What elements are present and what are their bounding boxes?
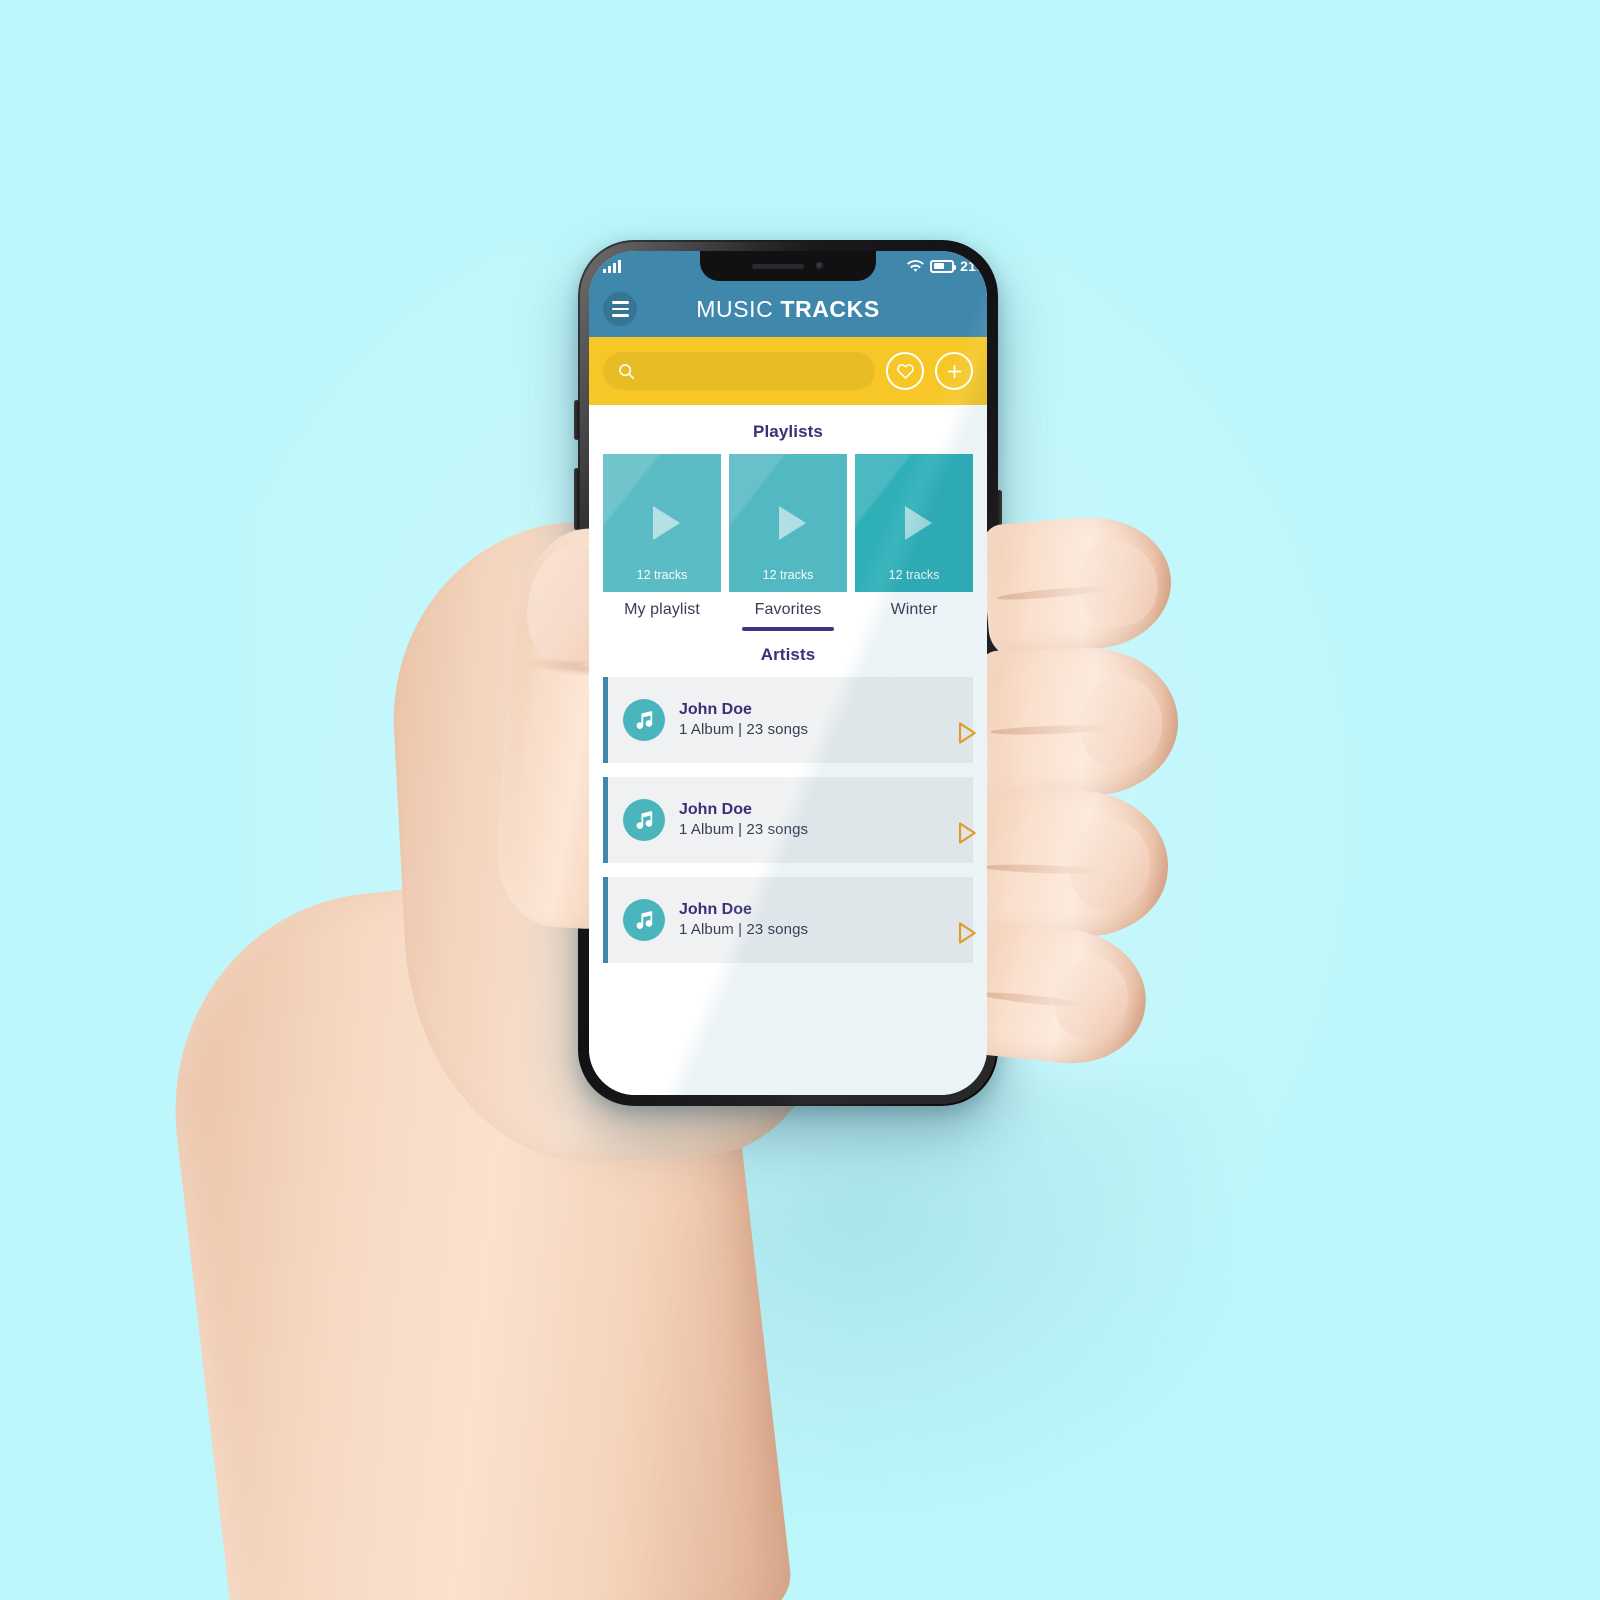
status-bar-clock: 21:5 — [960, 258, 987, 274]
artist-meta: John Doe 1 Album | 23 songs — [679, 900, 939, 940]
playlist-active-indicator — [741, 627, 835, 631]
playlist-label: Winter — [890, 601, 938, 618]
front-camera-icon — [816, 262, 824, 270]
artists-heading: Artists — [760, 645, 816, 664]
music-note-icon — [623, 799, 665, 841]
artist-subtitle: 1 Album | 23 songs — [679, 921, 809, 939]
playlist-label: My playlist — [624, 601, 700, 618]
plus-icon — [947, 364, 961, 378]
battery-fill-level — [933, 263, 945, 269]
artist-name: John Doe — [679, 901, 752, 919]
heart-icon — [896, 363, 914, 379]
display-notch — [700, 251, 876, 281]
earpiece-speaker-icon — [752, 263, 804, 269]
artist-list: John Doe 1 Album | 23 songs John Doe 1 Albu… — [589, 677, 987, 963]
fingernail — [1078, 675, 1164, 770]
finger-crease — [996, 583, 1113, 602]
app-content: Playlists 12 tracks My playlist 12 tracks F… — [589, 405, 987, 1095]
battery-icon — [930, 259, 957, 273]
page-title-bold: TRACKS — [780, 295, 880, 322]
playlist-track-count: 12 tracks — [888, 568, 940, 582]
add-button[interactable] — [935, 352, 973, 390]
silent-switch-button[interactable] — [574, 400, 579, 440]
volume-down-button[interactable] — [574, 546, 579, 608]
wifi-icon — [907, 259, 925, 272]
phone-screen: 21:5 MUSIC TRACKS Playlists 12 tracks My… — [589, 251, 987, 1095]
artist-row[interactable]: John Doe 1 Album | 23 songs — [603, 677, 976, 763]
middle-finger — [975, 644, 1181, 800]
artist-subtitle: 1 Album | 23 songs — [679, 721, 809, 739]
playlist-thumbnail[interactable]: 12 tracks — [855, 454, 973, 592]
smartphone-device: 21:5 MUSIC TRACKS Playlists 12 tracks My… — [574, 240, 1002, 1106]
volume-up-button[interactable] — [574, 468, 579, 530]
search-input[interactable] — [643, 363, 860, 379]
playlist-track-count: 12 tracks — [762, 568, 814, 582]
music-note-icon — [623, 699, 665, 741]
playlist-thumbnail[interactable]: 12 tracks — [729, 454, 847, 592]
search-bar — [589, 337, 987, 405]
search-field[interactable] — [603, 352, 875, 390]
finger-crease — [983, 862, 1106, 876]
artist-row[interactable]: John Doe 1 Album | 23 songs — [603, 777, 976, 863]
play-triangle-icon — [904, 506, 932, 540]
power-button[interactable] — [997, 490, 1002, 576]
search-icon — [619, 363, 635, 379]
artist-row[interactable]: John Doe 1 Album | 23 songs — [603, 877, 976, 963]
page-title: MUSIC TRACKS — [603, 296, 973, 323]
play-triangle-icon — [778, 506, 806, 540]
fingernail — [1071, 533, 1165, 634]
playlists-heading: Playlists — [753, 422, 823, 441]
playlist-label: Favorites — [754, 601, 822, 618]
music-note-icon — [623, 899, 665, 941]
page-title-light: MUSIC — [696, 295, 774, 322]
artist-meta: John Doe 1 Album | 23 songs — [679, 800, 939, 840]
finger-crease — [990, 723, 1115, 737]
app-bar: MUSIC TRACKS — [589, 281, 987, 337]
scene-backdrop: 21:5 MUSIC TRACKS Playlists 12 tracks My… — [0, 0, 1600, 1600]
play-triangle-icon — [652, 506, 680, 540]
index-finger — [979, 510, 1177, 658]
ring-finger — [969, 786, 1171, 940]
favorites-button[interactable] — [886, 352, 924, 390]
playlist-card[interactable]: 12 tracks My playlist — [603, 454, 721, 631]
artist-name: John Doe — [679, 701, 752, 719]
artist-subtitle: 1 Album | 23 songs — [679, 821, 809, 839]
artist-name: John Doe — [679, 801, 752, 819]
signal-bars-icon — [603, 259, 621, 273]
hand-drop-shadow — [600, 1080, 1240, 1510]
playlist-carousel[interactable]: 12 tracks My playlist 12 tracks Favorites 12… — [589, 454, 987, 631]
artist-meta: John Doe 1 Album | 23 songs — [679, 700, 939, 740]
playlist-card[interactable]: 12 tracks Favorites — [729, 454, 847, 631]
fingernail — [1046, 950, 1137, 1048]
playlist-card[interactable]: 12 tracks Winter — [855, 454, 973, 631]
playlist-track-count: 12 tracks — [636, 568, 688, 582]
status-bar-right-group: 21:5 — [907, 258, 987, 274]
playlist-thumbnail[interactable]: 12 tracks — [603, 454, 721, 592]
fingernail — [1065, 815, 1155, 914]
